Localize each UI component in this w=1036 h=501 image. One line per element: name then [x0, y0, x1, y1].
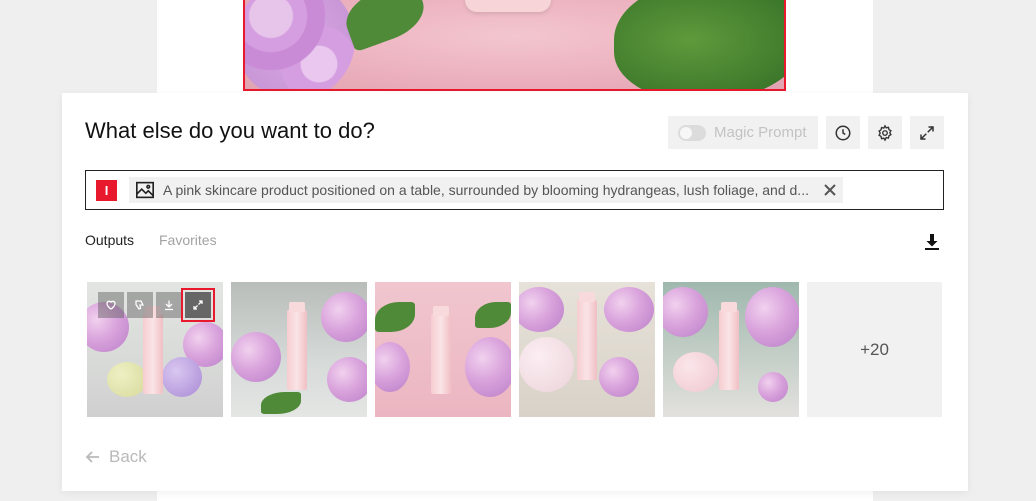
history-button[interactable] [826, 116, 860, 149]
clock-icon [835, 125, 851, 140]
hydrangea [745, 287, 799, 347]
expand-button[interactable] [910, 116, 944, 149]
action-panel: What else do you want to do? Magic Promp… [62, 93, 968, 491]
dislike-button[interactable] [127, 292, 153, 318]
output-thumbnail[interactable] [231, 282, 367, 417]
thumbnail-actions [98, 288, 215, 322]
thumbs-down-icon [135, 300, 145, 310]
hydrangea [375, 342, 410, 392]
leaf [261, 392, 301, 414]
leaf [338, 0, 432, 53]
hydrangea [663, 287, 708, 337]
back-link[interactable]: Back [85, 447, 147, 467]
output-thumbnail[interactable] [375, 282, 511, 417]
hydrangea [107, 362, 147, 397]
output-thumbnail[interactable] [519, 282, 655, 417]
hydrangea [465, 337, 511, 397]
product-bottle [143, 306, 163, 394]
product-bottle [465, 0, 551, 12]
hydrangea-flowers [245, 0, 355, 89]
leaf [375, 302, 415, 332]
favorite-button[interactable] [98, 292, 124, 318]
image-icon [136, 181, 154, 199]
prompt-chip[interactable]: A pink skincare product positioned on a … [129, 177, 843, 203]
expand-icon [193, 300, 203, 310]
product-bottle [577, 292, 597, 380]
hydrangea [231, 332, 281, 382]
panel-title: What else do you want to do? [85, 118, 375, 143]
hydrangea [604, 287, 654, 332]
hydrangea [327, 357, 367, 402]
prompt-input[interactable]: I A pink skincare product positioned on … [85, 170, 944, 210]
expand-image-button[interactable] [181, 288, 215, 322]
expand-icon [920, 125, 934, 140]
product-bottle [431, 306, 451, 394]
tab-favorites[interactable]: Favorites [159, 232, 217, 248]
download-icon[interactable] [922, 232, 942, 252]
magic-prompt-label: Magic Prompt [714, 124, 807, 141]
download-icon [165, 300, 173, 311]
leaf [475, 302, 511, 328]
product-bottle [287, 302, 307, 390]
hydrangea [519, 337, 574, 392]
hydrangea [758, 372, 788, 402]
tab-outputs[interactable]: Outputs [85, 232, 134, 248]
gear-icon [878, 124, 892, 142]
close-icon[interactable] [823, 183, 837, 197]
hydrangea [321, 292, 367, 342]
more-outputs-tile[interactable]: +20 [807, 282, 942, 417]
back-label: Back [109, 447, 147, 466]
hydrangea [162, 357, 202, 397]
magic-prompt-toggle[interactable]: Magic Prompt [668, 116, 818, 149]
toggle-switch[interactable] [678, 124, 706, 141]
hydrangea [599, 357, 639, 397]
settings-button[interactable] [868, 116, 902, 149]
output-thumbnail[interactable] [663, 282, 799, 417]
style-badge[interactable]: I [96, 179, 117, 201]
arrow-left-icon [85, 451, 99, 463]
download-button[interactable] [156, 292, 182, 318]
heart-icon [106, 300, 116, 310]
hydrangea [519, 287, 564, 332]
prompt-text: A pink skincare product positioned on a … [163, 182, 809, 198]
product-bottle [719, 302, 739, 390]
output-thumbnail[interactable] [87, 282, 223, 417]
preview-image [243, 0, 786, 91]
hydrangea [673, 352, 718, 392]
leaf [614, 0, 784, 89]
